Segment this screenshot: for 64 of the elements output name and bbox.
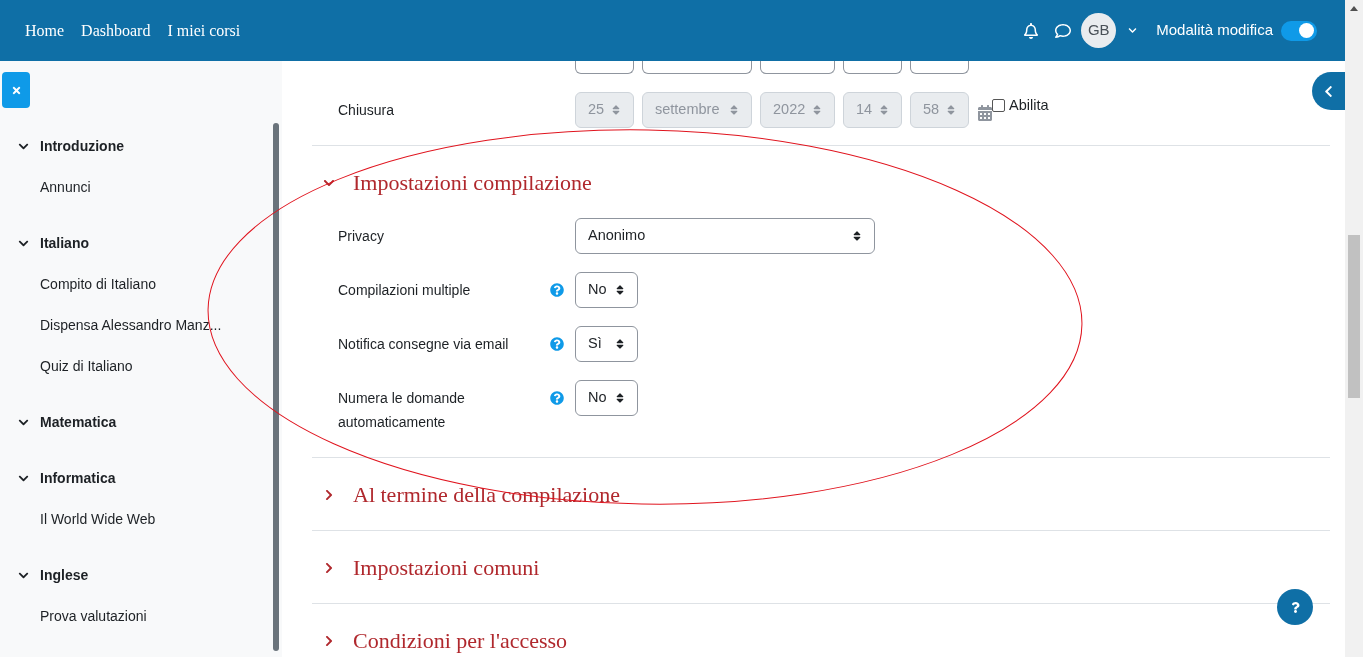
select-field[interactable] [575, 61, 634, 74]
nav-link[interactable]: Home [25, 18, 65, 43]
sort-icon [615, 284, 625, 296]
scroll-up-icon[interactable] [1350, 6, 1358, 11]
help-icon[interactable] [549, 391, 564, 405]
edit-mode-toggle[interactable] [1281, 20, 1317, 41]
sidebar-scrollbar[interactable] [273, 123, 279, 651]
caret-icon[interactable] [1128, 26, 1138, 35]
sort-icon [729, 104, 739, 116]
activity-link[interactable]: Quiz di Italiano [40, 355, 133, 377]
activity-link[interactable]: Dispensa Alessandro Manz... [40, 314, 222, 336]
help-icon[interactable] [549, 283, 564, 297]
section-heading[interactable]: Impostazioni compilazione [353, 171, 592, 195]
select-field[interactable] [843, 61, 902, 74]
section-heading[interactable]: Italiano [40, 232, 89, 254]
drawer-toggle-button[interactable] [1312, 72, 1345, 110]
activity-link[interactable]: Annunci [40, 176, 91, 198]
section-heading[interactable]: Inglese [40, 564, 89, 586]
sort-icon [611, 104, 621, 116]
notification-bell-icon[interactable] [1023, 22, 1040, 39]
checkbox-label: Abilita [1009, 96, 1049, 115]
page-scrollbar[interactable] [1345, 0, 1363, 657]
nav-link[interactable]: I miei corsi [167, 18, 241, 43]
close-button[interactable] [2, 72, 30, 108]
select-field[interactable]: Sì [575, 326, 638, 362]
question-icon [1289, 601, 1301, 613]
field-label: Notifica consegne via email [338, 335, 510, 354]
sort-icon [879, 104, 889, 116]
chevron-icon[interactable] [323, 635, 335, 647]
help-icon[interactable] [549, 337, 564, 351]
field-label: Compilazioni multiple [338, 281, 472, 300]
field-label: Chiusura [337, 100, 396, 120]
select-field[interactable] [910, 61, 969, 74]
activity-link[interactable]: Il World Wide Web [40, 508, 156, 530]
select-field[interactable] [642, 61, 752, 74]
help-button[interactable] [1277, 589, 1313, 625]
select-field[interactable] [760, 61, 835, 74]
nav-link[interactable]: Dashboard [81, 18, 151, 43]
section-heading[interactable]: Impostazioni comuni [353, 556, 540, 580]
select-field[interactable]: Anonimo [575, 218, 875, 254]
close-icon [10, 84, 22, 96]
section-heading[interactable]: Informatica [40, 467, 116, 489]
select-field[interactable]: No [575, 380, 638, 416]
sort-icon [615, 392, 625, 404]
select-field[interactable]: No [575, 272, 638, 308]
sort-icon [812, 104, 822, 116]
edit-mode-label: Modalità modifica [1156, 20, 1273, 41]
chevron-icon[interactable] [323, 177, 335, 189]
chevron-icon [1322, 84, 1335, 98]
activity-link[interactable]: Prova valutazioni [40, 605, 147, 627]
field-label: Privacy [338, 227, 385, 246]
sort-icon [852, 230, 862, 242]
sort-icon [946, 104, 956, 116]
section-heading[interactable]: Condizioni per l'accesso [353, 629, 568, 653]
sort-icon [615, 338, 625, 350]
message-icon[interactable] [1055, 22, 1072, 39]
section-heading[interactable]: Matematica [40, 411, 117, 433]
section-heading[interactable]: Introduzione [40, 135, 124, 157]
user-avatar[interactable]: GB [1081, 13, 1117, 48]
activity-link[interactable]: Compito di Italiano [40, 273, 156, 295]
scrollbar-thumb[interactable] [1348, 235, 1360, 398]
chevron-icon[interactable] [323, 562, 335, 574]
chevron-icon[interactable] [323, 489, 335, 501]
field-label: Numera le domande automaticamente [338, 389, 466, 432]
